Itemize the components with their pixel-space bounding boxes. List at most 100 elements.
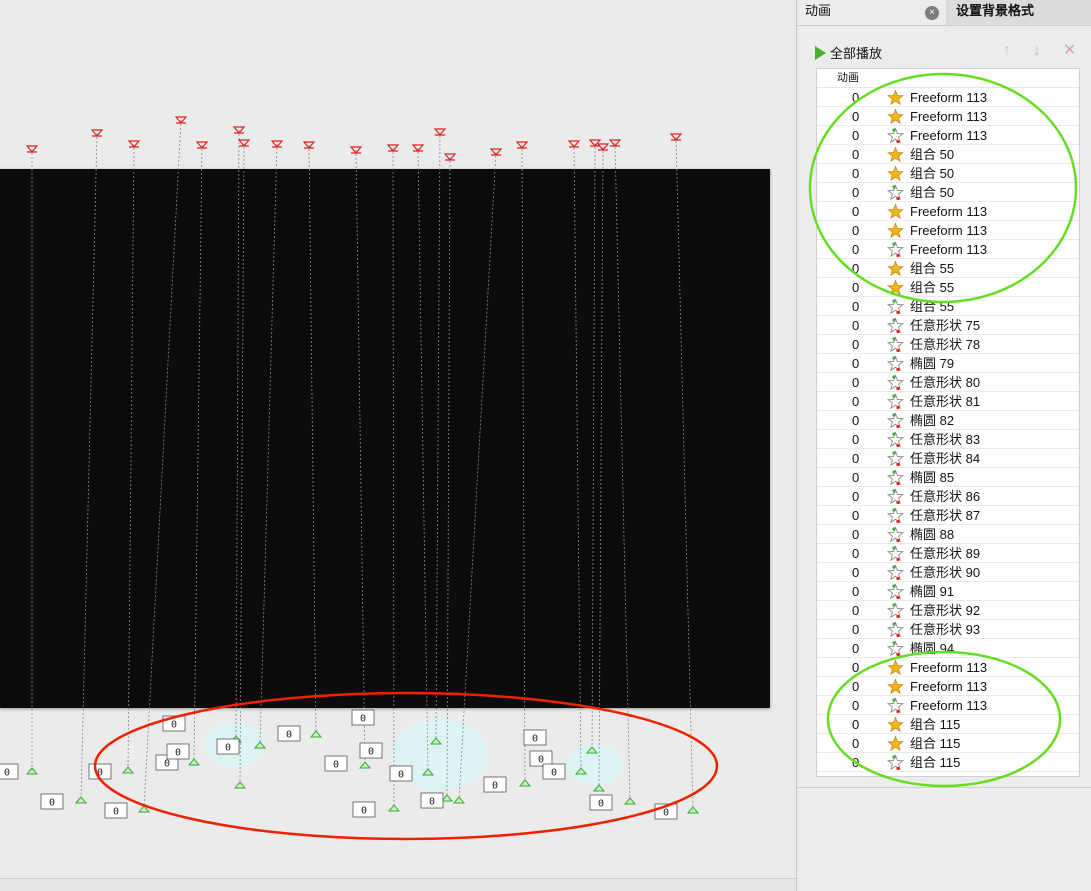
animation-list-item[interactable]: 0 椭圆 94	[817, 639, 1079, 658]
animation-list-item[interactable]: 0 Freeform 113	[817, 221, 1079, 240]
animation-order-tag[interactable]: 0	[352, 801, 376, 818]
animation-list-item[interactable]: 0 任意形状 89	[817, 544, 1079, 563]
animation-list-item[interactable]: 0 任意形状 90	[817, 563, 1079, 582]
motion-path-line[interactable]	[127, 143, 135, 771]
motion-path-line[interactable]	[446, 156, 451, 799]
animation-order-tag[interactable]: 0	[523, 729, 547, 746]
motion-path-line[interactable]	[675, 136, 694, 811]
animation-list-item[interactable]: 0 组合 55	[817, 297, 1079, 316]
animation-list[interactable]: 动画 0 Freeform 113 0 Freeform 113 0 Freeform 1…	[816, 68, 1080, 777]
motion-path-start-marker[interactable]	[25, 767, 39, 775]
motion-path-line[interactable]	[308, 144, 317, 735]
animation-order-tag[interactable]: 0	[166, 743, 190, 760]
motion-path-start-marker[interactable]	[623, 797, 637, 805]
animation-list-item[interactable]: 0 椭圆 88	[817, 525, 1079, 544]
slide-editing-canvas[interactable]: 000000000000000000000	[0, 0, 796, 891]
animation-order-tag-label: 0	[171, 720, 177, 731]
motion-path-line[interactable]	[239, 142, 245, 786]
animation-list-item[interactable]: 0 任意形状 83	[817, 430, 1079, 449]
motion-path-start-marker[interactable]	[187, 758, 201, 766]
motion-path-line[interactable]	[417, 147, 429, 773]
animation-list-item[interactable]: 0 椭圆 91	[817, 582, 1079, 601]
animation-list-item[interactable]: 0 任意形状 78	[817, 335, 1079, 354]
animation-list-item[interactable]: 0 Freeform 113	[817, 658, 1079, 677]
animation-order-tag[interactable]: 0	[654, 803, 678, 820]
motion-path-line[interactable]	[573, 143, 582, 772]
animation-list-item[interactable]: 0 组合 115	[817, 753, 1079, 772]
animation-order-tag[interactable]: 0	[40, 793, 64, 810]
motion-path-line[interactable]	[355, 149, 366, 766]
animation-order-tag[interactable]: 0	[359, 742, 383, 759]
motion-path-line[interactable]	[193, 144, 203, 763]
motion-path-start-marker[interactable]	[518, 779, 532, 787]
motion-path-line[interactable]	[80, 132, 98, 801]
animation-list-item[interactable]: 0 Freeform 113	[817, 107, 1079, 126]
animation-order-tag[interactable]: 0	[0, 763, 19, 780]
animation-list-item[interactable]: 0 椭圆 82	[817, 411, 1079, 430]
motion-path-line[interactable]	[598, 146, 604, 789]
delete-icon[interactable]: ✕	[1063, 43, 1076, 59]
animation-list-item[interactable]: 0 组合 50	[817, 145, 1079, 164]
animation-order-tag[interactable]: 0	[104, 802, 128, 819]
motion-path-line[interactable]	[591, 142, 596, 751]
animation-order-tag[interactable]: 0	[324, 755, 348, 772]
motion-path-line[interactable]	[143, 119, 182, 810]
canvas-scrollbar[interactable]	[0, 878, 796, 891]
motion-path-start-marker[interactable]	[686, 806, 700, 814]
motion-path-start-marker[interactable]	[358, 761, 372, 769]
motion-path-start-marker[interactable]	[452, 796, 466, 804]
animation-list-item[interactable]: 0 Freeform 113	[817, 240, 1079, 259]
animation-order-tag[interactable]: 0	[351, 709, 375, 726]
animation-order-tag[interactable]: 0	[389, 765, 413, 782]
animation-order-tag[interactable]: 0	[420, 792, 444, 809]
motion-path-line[interactable]	[235, 129, 240, 740]
move-down-arrow-icon[interactable]: ↓	[1033, 43, 1041, 59]
animation-order-tag[interactable]: 0	[216, 738, 240, 755]
animation-list-item[interactable]: 0 Freeform 113	[817, 696, 1079, 715]
animation-order-tag[interactable]: 0	[162, 715, 186, 732]
animation-list-item[interactable]: 0 Freeform 113	[817, 126, 1079, 145]
motion-path-start-marker[interactable]	[440, 794, 454, 802]
motion-path-line[interactable]	[614, 142, 631, 802]
animation-order-tag[interactable]: 0	[483, 776, 507, 793]
motion-path-line[interactable]	[259, 143, 278, 746]
motion-path-line[interactable]	[392, 147, 395, 809]
animation-order-tag[interactable]: 0	[277, 725, 301, 742]
motion-path-start-marker[interactable]	[74, 796, 88, 804]
close-icon[interactable]: ×	[925, 6, 939, 20]
motion-path-line[interactable]	[435, 131, 441, 742]
animation-list-item[interactable]: 0 任意形状 92	[817, 601, 1079, 620]
move-up-arrow-icon[interactable]: ↑	[1003, 43, 1011, 59]
animation-list-item[interactable]: 0 组合 115	[817, 715, 1079, 734]
tab-background-format[interactable]: 设置背景格式	[946, 0, 1091, 25]
motion-path-start-marker[interactable]	[233, 781, 247, 789]
animation-list-item[interactable]: 0 Freeform 113	[817, 677, 1079, 696]
animation-list-item[interactable]: 0 组合 50	[817, 164, 1079, 183]
motion-path-start-marker[interactable]	[121, 766, 135, 774]
motion-path-start-marker[interactable]	[387, 804, 401, 812]
animation-list-item[interactable]: 0 椭圆 79	[817, 354, 1079, 373]
motion-path-line[interactable]	[458, 151, 497, 801]
animation-order-tag[interactable]: 0	[542, 763, 566, 780]
animation-order-tag[interactable]: 0	[88, 763, 112, 780]
animation-list-item[interactable]: 0 任意形状 75	[817, 316, 1079, 335]
animation-list-item[interactable]: 0 任意形状 81	[817, 392, 1079, 411]
animation-list-item[interactable]: 0 组合 55	[817, 259, 1079, 278]
play-all-button[interactable]: 全部播放	[815, 43, 882, 62]
animation-list-item[interactable]: 0 组合 50	[817, 183, 1079, 202]
animation-list-item[interactable]: 0 任意形状 84	[817, 449, 1079, 468]
animation-list-item[interactable]: 0 组合 115	[817, 734, 1079, 753]
motion-path-start-marker[interactable]	[309, 730, 323, 738]
animation-list-item[interactable]: 0 Freeform 113	[817, 88, 1079, 107]
tab-animation[interactable]: 动画 ×	[797, 0, 945, 25]
animation-list-item[interactable]: 0 任意形状 86	[817, 487, 1079, 506]
animation-list-item[interactable]: 0 任意形状 87	[817, 506, 1079, 525]
animation-order-tag[interactable]: 0	[589, 794, 613, 811]
animation-list-item[interactable]: 0 任意形状 93	[817, 620, 1079, 639]
animation-list-item[interactable]: 0 Freeform 113	[817, 202, 1079, 221]
animation-list-item[interactable]: 0 椭圆 85	[817, 468, 1079, 487]
motion-path-start-marker[interactable]	[137, 805, 151, 813]
animation-list-item[interactable]: 0 任意形状 80	[817, 373, 1079, 392]
animation-list-item[interactable]: 0 组合 55	[817, 278, 1079, 297]
motion-path-line[interactable]	[521, 144, 526, 784]
